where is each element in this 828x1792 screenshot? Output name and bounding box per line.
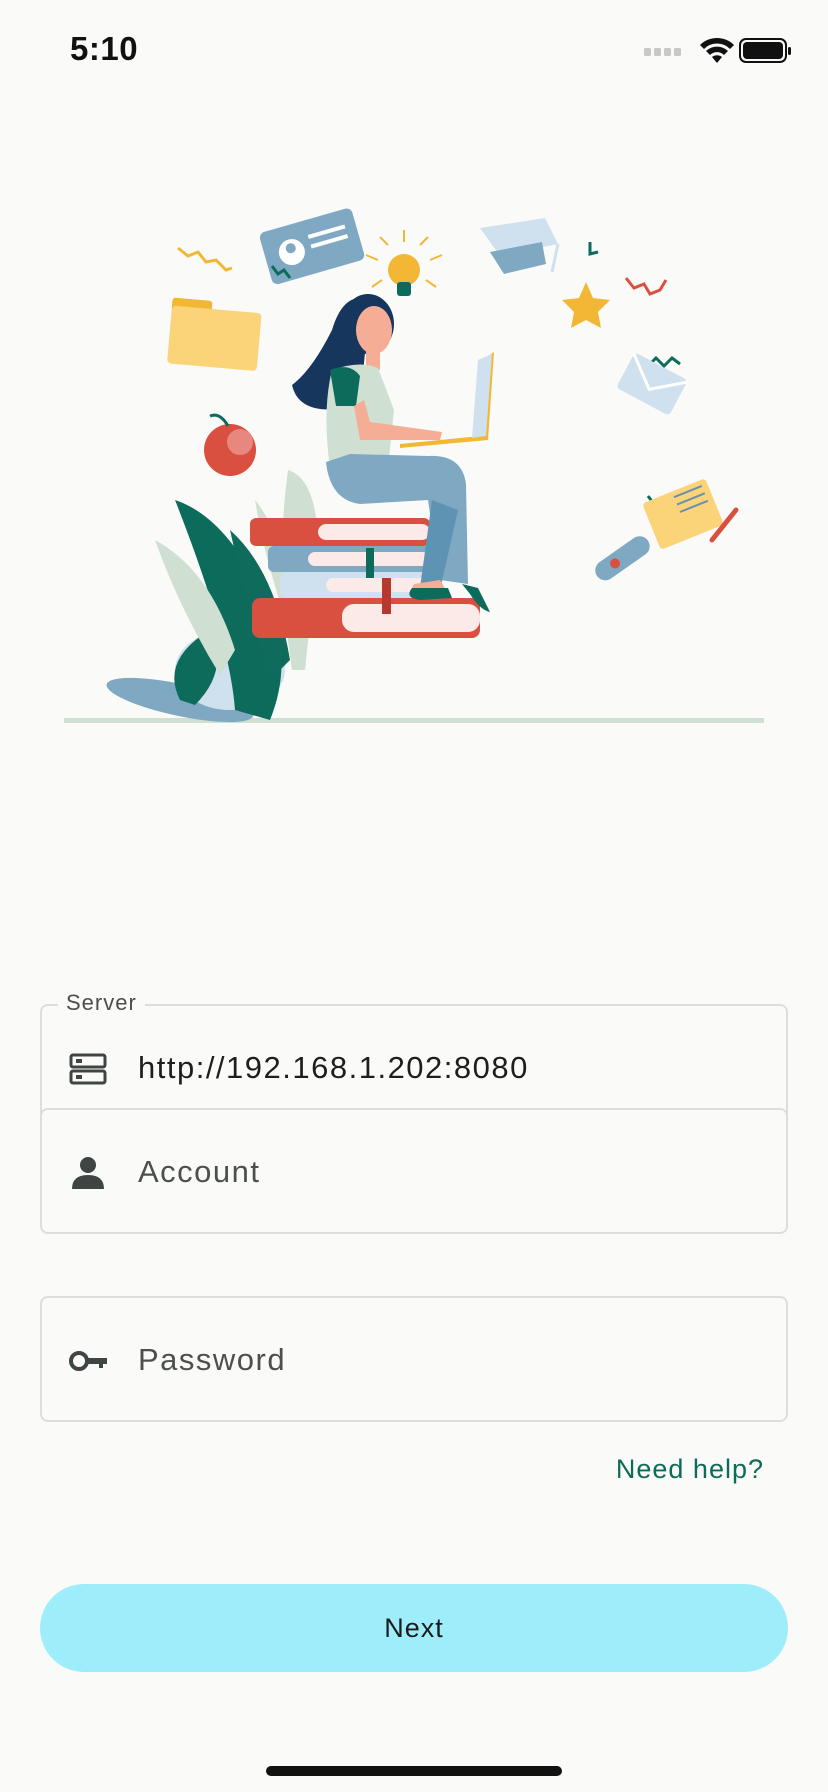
- apple-icon: [204, 413, 256, 476]
- zigzag-decoration: [588, 242, 599, 256]
- lightbulb-icon: [365, 230, 443, 296]
- folder-icon: [167, 297, 262, 371]
- next-button[interactable]: Next: [40, 1584, 788, 1672]
- account-input[interactable]: Account: [138, 1154, 261, 1190]
- signal-icon: [644, 48, 681, 56]
- account-field[interactable]: Account: [40, 1108, 788, 1234]
- id-card-icon: [259, 208, 365, 285]
- server-input[interactable]: http://192.168.1.202:8080: [138, 1050, 529, 1086]
- password-field[interactable]: Password: [40, 1296, 788, 1422]
- battery-icon: [739, 38, 791, 63]
- woman-studying-illustration: [64, 208, 764, 723]
- diploma-scroll-icon: [595, 536, 650, 581]
- zigzag-decoration: [624, 277, 668, 296]
- need-help-link[interactable]: Need help?: [616, 1454, 764, 1485]
- person-icon: [72, 1157, 104, 1189]
- zigzag-decoration: [177, 246, 233, 272]
- graduation-cap-icon: [480, 218, 560, 274]
- password-input[interactable]: Password: [138, 1342, 286, 1378]
- ground-line: [64, 718, 764, 723]
- status-bar: 5:10: [0, 0, 828, 100]
- home-indicator[interactable]: [266, 1766, 562, 1776]
- star-icon: [562, 282, 610, 328]
- server-icon: [69, 1053, 107, 1085]
- key-icon: [69, 1351, 107, 1371]
- status-time: 5:10: [70, 30, 139, 67]
- server-field-label: Server: [58, 990, 145, 1016]
- status-icons: [644, 37, 791, 63]
- wifi-icon: [700, 37, 734, 63]
